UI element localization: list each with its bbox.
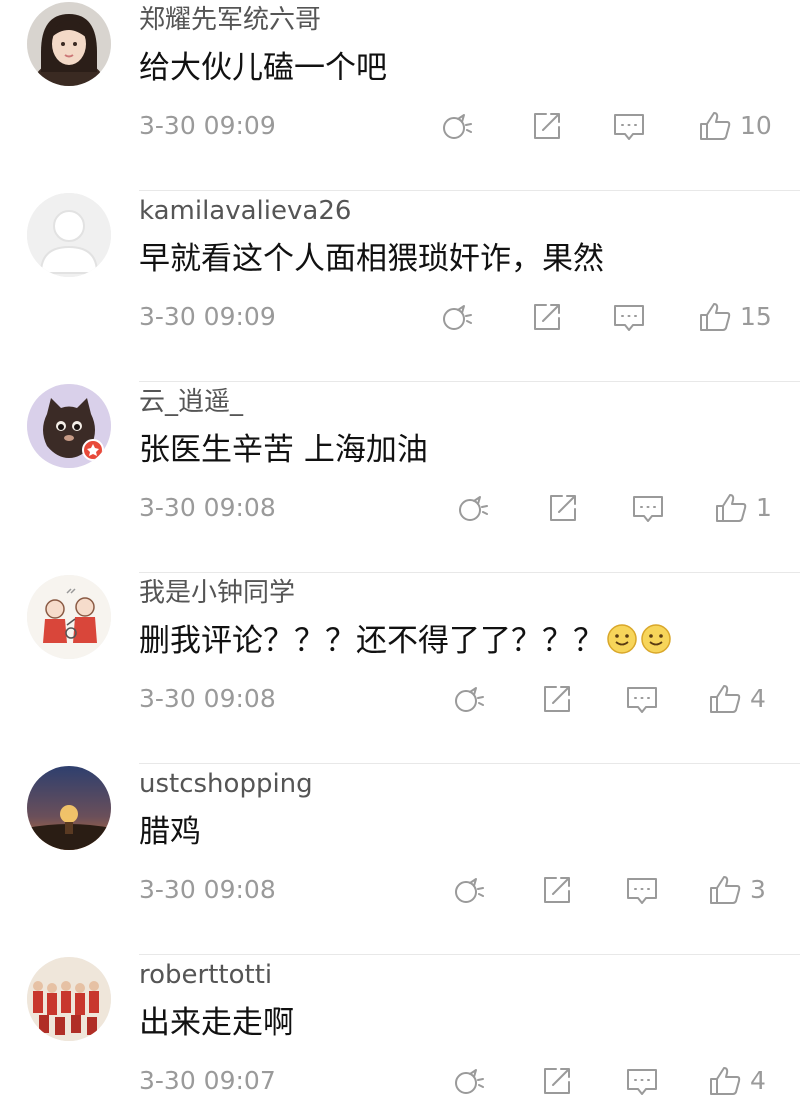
username[interactable]: ustcshopping — [139, 768, 313, 800]
share-button[interactable] — [546, 490, 580, 526]
comment-item: 郑耀先军统六哥 给大伙儿磕一个吧 3-30 09:09 10 — [0, 0, 800, 191]
repost-button[interactable] — [452, 681, 486, 717]
thumbs-up-icon — [700, 303, 731, 331]
thumbs-up-icon — [716, 494, 747, 522]
timestamp: 3-30 09:08 — [139, 684, 276, 713]
comment-icon — [627, 687, 657, 713]
comment-item: ustcshopping 腊鸡 3-30 09:08 3 — [0, 764, 800, 955]
thumbs-up-icon — [710, 685, 741, 713]
timestamp: 3-30 09:09 — [139, 111, 276, 140]
thumbs-up-icon — [710, 876, 741, 904]
like-button[interactable]: 3 — [708, 872, 766, 908]
reply-button[interactable] — [625, 872, 659, 908]
comment-item: 云_逍遥_ 张医生辛苦 上海加油 3-30 09:08 1 — [0, 382, 800, 573]
comment-text: 张医生辛苦 上海加油 — [139, 432, 428, 468]
avatar[interactable] — [27, 384, 111, 468]
share-icon — [544, 686, 570, 712]
comment-text: 腊鸡 — [139, 814, 201, 850]
avatar[interactable] — [27, 957, 111, 1041]
avatar[interactable] — [27, 766, 111, 850]
smiley-emoji-icon — [606, 623, 638, 665]
like-button[interactable]: 10 — [698, 108, 772, 144]
reply-button[interactable] — [625, 1063, 659, 1099]
share-icon — [544, 1068, 570, 1094]
repost-button[interactable] — [440, 108, 474, 144]
reply-button[interactable] — [631, 490, 665, 526]
thumbs-up-icon — [700, 112, 731, 140]
share-button[interactable] — [530, 108, 564, 144]
thumbs-up-icon — [710, 1067, 741, 1095]
smiley-emoji-icon — [640, 623, 672, 665]
share-icon — [550, 495, 576, 521]
comment-icon — [633, 496, 663, 522]
repost-button[interactable] — [452, 872, 486, 908]
comment-item: roberttotti 出来走走啊 3-30 09:07 4 — [0, 955, 800, 1108]
avatar[interactable] — [27, 575, 111, 659]
share-icon — [534, 304, 560, 330]
like-count: 10 — [740, 111, 772, 140]
like-count: 4 — [750, 684, 766, 713]
like-button[interactable]: 4 — [708, 1063, 766, 1099]
share-button[interactable] — [540, 681, 574, 717]
reply-button[interactable] — [612, 299, 646, 335]
timestamp: 3-30 09:08 — [139, 493, 276, 522]
like-count: 1 — [756, 493, 772, 522]
timestamp: 3-30 09:08 — [139, 875, 276, 904]
like-count: 15 — [740, 302, 772, 331]
repost-icon — [455, 1069, 484, 1094]
username[interactable]: kamilavalieva26 — [139, 195, 351, 227]
comment-text: 出来走走啊 — [139, 1005, 294, 1041]
repost-icon — [455, 687, 484, 712]
timestamp: 3-30 09:07 — [139, 1066, 276, 1095]
like-button[interactable]: 15 — [698, 299, 772, 335]
repost-icon — [455, 878, 484, 903]
comment-icon — [627, 878, 657, 904]
comment-item: kamilavalieva26 早就看这个人面相猥琐奸诈，果然 3-30 09:… — [0, 191, 800, 382]
comment-icon — [627, 1069, 657, 1095]
comment-icon — [614, 305, 644, 331]
like-button[interactable]: 4 — [708, 681, 766, 717]
comment-text: 给大伙儿磕一个吧 — [139, 50, 387, 86]
reply-button[interactable] — [612, 108, 646, 144]
comment-text: 早就看这个人面相猥琐奸诈，果然 — [139, 241, 604, 277]
like-button[interactable]: 1 — [714, 490, 772, 526]
share-button[interactable] — [530, 299, 564, 335]
share-icon — [534, 113, 560, 139]
repost-icon — [443, 305, 472, 330]
avatar[interactable] — [27, 2, 111, 86]
repost-button[interactable] — [456, 490, 490, 526]
like-count: 3 — [750, 875, 766, 904]
share-icon — [544, 877, 570, 903]
repost-button[interactable] — [452, 1063, 486, 1099]
comment-item: 我是小钟同学 删我评论？？？还不得了了？？？ 3-30 09:08 4 — [0, 573, 800, 764]
timestamp: 3-30 09:09 — [139, 302, 276, 331]
share-button[interactable] — [540, 1063, 574, 1099]
comment-icon — [614, 114, 644, 140]
repost-icon — [459, 496, 488, 521]
repost-icon — [443, 114, 472, 139]
reply-button[interactable] — [625, 681, 659, 717]
avatar[interactable] — [27, 193, 111, 277]
like-count: 4 — [750, 1066, 766, 1095]
username[interactable]: 云_逍遥_ — [139, 386, 243, 418]
username[interactable]: 我是小钟同学 — [139, 577, 295, 609]
username[interactable]: 郑耀先军统六哥 — [139, 4, 321, 36]
comment-text: 删我评论？？？还不得了了？？？ — [139, 621, 672, 665]
repost-button[interactable] — [440, 299, 474, 335]
comment-text-content: 删我评论？？？还不得了了？？？ — [139, 623, 604, 659]
username[interactable]: roberttotti — [139, 959, 272, 991]
share-button[interactable] — [540, 872, 574, 908]
